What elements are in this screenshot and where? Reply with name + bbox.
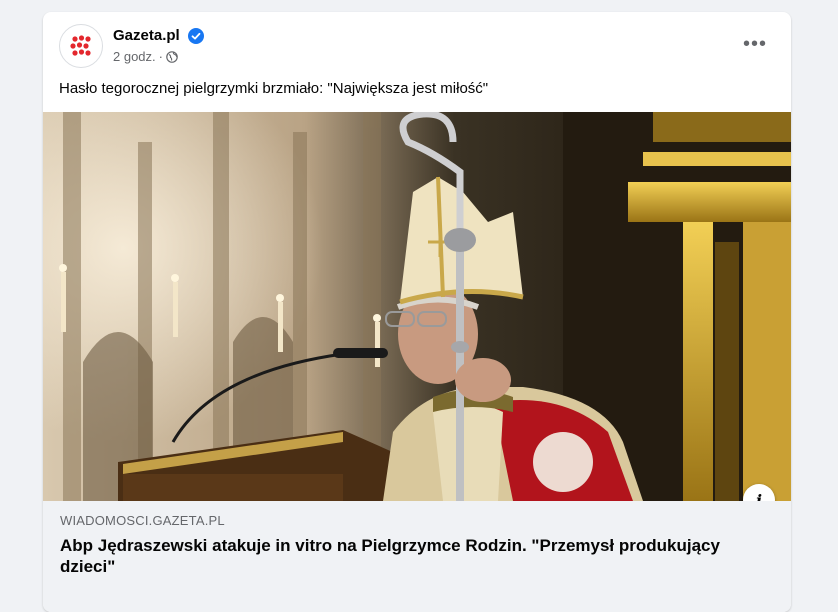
- page-name-link[interactable]: Gazeta.pl: [113, 27, 180, 44]
- post-text: Hasło tegorocznej pielgrzymki brzmiało: …: [59, 80, 489, 97]
- post-timestamp[interactable]: 2 godz.: [113, 49, 156, 64]
- link-preview-caption[interactable]: WIADOMOSCI.GAZETA.PL Abp Jędraszewski at…: [43, 501, 791, 612]
- post-header: Gazeta.pl 2 godz. · •••: [43, 12, 791, 76]
- more-options-button[interactable]: •••: [737, 30, 773, 58]
- globe-icon: [166, 50, 178, 63]
- page-avatar[interactable]: [59, 24, 103, 68]
- link-headline[interactable]: Abp Jędraszewski atakuje in vitro na Pie…: [60, 535, 760, 577]
- meta-separator: ·: [158, 49, 163, 64]
- verified-badge-icon: [188, 28, 204, 44]
- link-domain: WIADOMOSCI.GAZETA.PL: [60, 513, 225, 528]
- link-preview-image[interactable]: [43, 112, 791, 501]
- gazeta-logo-icon: [70, 35, 91, 56]
- post-meta: 2 godz. ·: [113, 49, 178, 64]
- post-card: Gazeta.pl 2 godz. · ••• Hasło tegoroczne…: [43, 12, 791, 612]
